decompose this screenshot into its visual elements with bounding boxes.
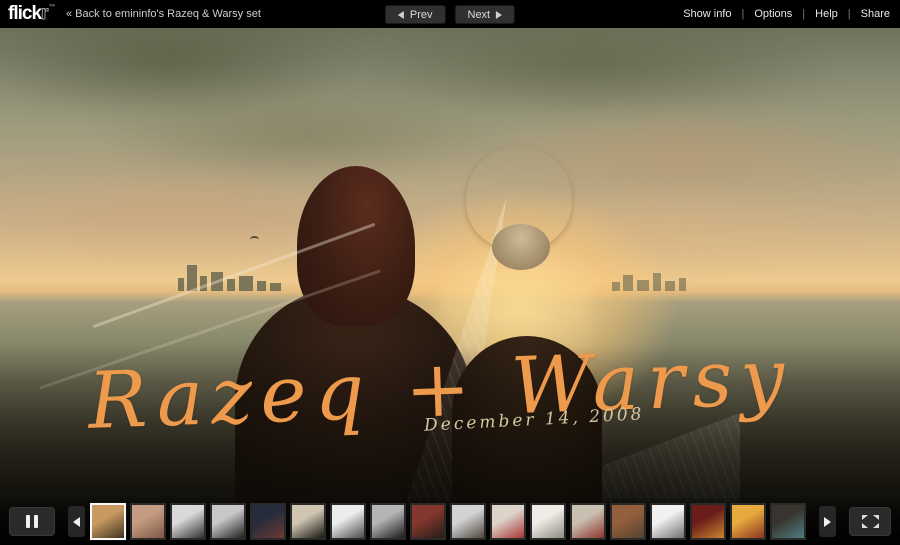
fullscreen-expand-icon	[862, 515, 879, 528]
separator: |	[848, 8, 851, 20]
right-arrow-icon	[824, 517, 831, 527]
prev-arrow-icon	[398, 11, 404, 19]
bird	[250, 236, 259, 243]
options-link[interactable]: Options	[754, 8, 792, 20]
slide-nav-buttons: Prev Next	[385, 5, 515, 24]
filmstrip-thumbnail[interactable]	[330, 503, 366, 540]
bride-hair-bun	[492, 224, 550, 270]
prev-button[interactable]: Prev	[385, 5, 446, 24]
next-button[interactable]: Next	[455, 5, 516, 24]
filmstrip-thumbnail[interactable]	[570, 503, 606, 540]
help-link[interactable]: Help	[815, 8, 838, 20]
filmstrip-thumbnail[interactable]	[370, 503, 406, 540]
next-arrow-icon	[496, 11, 502, 19]
pause-icon	[26, 515, 30, 528]
filmstrip-thumbnail[interactable]	[250, 503, 286, 540]
filmstrip-thumbnail[interactable]	[650, 503, 686, 540]
back-to-set-link[interactable]: « Back to emininfo's Razeq & Warsy set	[66, 8, 261, 20]
slideshow-photo[interactable]: Razeq + Warsy December 14, 2008	[0, 28, 900, 545]
flickr-logo[interactable]: flickr™	[8, 3, 55, 25]
filmstrip-thumbnail[interactable]	[690, 503, 726, 540]
filmstrip-thumbnail[interactable]	[170, 503, 206, 540]
prev-button-label: Prev	[410, 9, 433, 21]
share-link[interactable]: Share	[861, 8, 890, 20]
filmstrip-bar	[0, 498, 900, 545]
filmstrip-thumbnail[interactable]	[490, 503, 526, 540]
thumbnail-strip	[90, 498, 814, 545]
filmstrip-thumbnail[interactable]	[290, 503, 326, 540]
filmstrip-thumbnail[interactable]	[210, 503, 246, 540]
filmstrip-thumbnail[interactable]	[90, 503, 126, 540]
top-bar: flickr™ « Back to emininfo's Razeq & War…	[0, 0, 900, 28]
scroll-right-button[interactable]	[819, 506, 836, 537]
filmstrip-thumbnail[interactable]	[730, 503, 766, 540]
separator: |	[742, 8, 745, 20]
flickr-slideshow: flickr™ « Back to emininfo's Razeq & War…	[0, 0, 900, 545]
city-skyline-right	[612, 266, 707, 291]
top-links: Show info | Options | Help | Share	[683, 8, 890, 20]
filmstrip-thumbnail[interactable]	[610, 503, 646, 540]
filmstrip-thumbnail[interactable]	[410, 503, 446, 540]
show-info-link[interactable]: Show info	[683, 8, 731, 20]
filmstrip-thumbnail[interactable]	[450, 503, 486, 540]
scroll-left-button[interactable]	[68, 506, 85, 537]
filmstrip-thumbnail[interactable]	[130, 503, 166, 540]
separator: |	[802, 8, 805, 20]
fullscreen-button[interactable]	[849, 507, 891, 536]
left-arrow-icon	[73, 517, 80, 527]
pause-icon	[34, 515, 38, 528]
filmstrip-thumbnail[interactable]	[530, 503, 566, 540]
filmstrip-thumbnail[interactable]	[770, 503, 806, 540]
pause-button[interactable]	[9, 507, 55, 536]
next-button-label: Next	[468, 9, 491, 21]
